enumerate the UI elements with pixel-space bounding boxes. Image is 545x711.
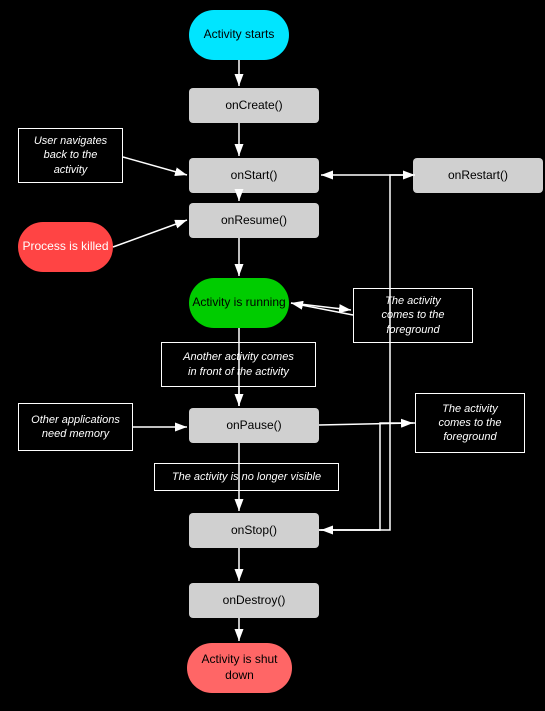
label-foreground-1-text: The activity comes to the foreground bbox=[382, 294, 445, 337]
on-restart-label: onRestart() bbox=[448, 168, 508, 184]
label-another-activity-text: Another activity comes in front of the a… bbox=[183, 350, 294, 379]
on-resume-node: onResume() bbox=[189, 203, 319, 238]
on-create-node: onCreate() bbox=[189, 88, 319, 123]
label-other-apps: Other applications need memory bbox=[18, 403, 133, 451]
on-stop-node: onStop() bbox=[189, 513, 319, 548]
label-foreground-2-text: The activity comes to the foreground bbox=[439, 402, 502, 445]
on-stop-label: onStop() bbox=[231, 523, 277, 539]
on-start-label: onStart() bbox=[231, 168, 278, 184]
activity-running-label: Activity is running bbox=[192, 295, 285, 311]
label-user-navigates-text: User navigates back to the activity bbox=[34, 134, 107, 177]
label-another-activity: Another activity comes in front of the a… bbox=[161, 342, 316, 387]
activity-shutdown-label: Activity is shut down bbox=[187, 652, 292, 683]
activity-starts-label: Activity starts bbox=[204, 27, 275, 43]
label-other-apps-text: Other applications need memory bbox=[31, 413, 120, 442]
on-destroy-node: onDestroy() bbox=[189, 583, 319, 618]
label-user-navigates: User navigates back to the activity bbox=[18, 128, 123, 183]
on-start-node: onStart() bbox=[189, 158, 319, 193]
label-no-longer-visible: The activity is no longer visible bbox=[154, 463, 339, 491]
activity-running-node: Activity is running bbox=[189, 278, 289, 328]
activity-shutdown-node: Activity is shut down bbox=[187, 643, 292, 693]
on-pause-label: onPause() bbox=[226, 418, 281, 434]
label-foreground-2: The activity comes to the foreground bbox=[415, 393, 525, 453]
activity-starts-node: Activity starts bbox=[189, 10, 289, 60]
label-foreground-1: The activity comes to the foreground bbox=[353, 288, 473, 343]
on-destroy-label: onDestroy() bbox=[223, 593, 286, 609]
on-pause-node: onPause() bbox=[189, 408, 319, 443]
on-restart-node: onRestart() bbox=[413, 158, 543, 193]
label-no-longer-visible-text: The activity is no longer visible bbox=[172, 470, 321, 484]
on-create-label: onCreate() bbox=[225, 98, 282, 114]
process-killed-label: Process is killed bbox=[22, 239, 108, 255]
on-resume-label: onResume() bbox=[221, 213, 287, 229]
process-killed-node: Process is killed bbox=[18, 222, 113, 272]
